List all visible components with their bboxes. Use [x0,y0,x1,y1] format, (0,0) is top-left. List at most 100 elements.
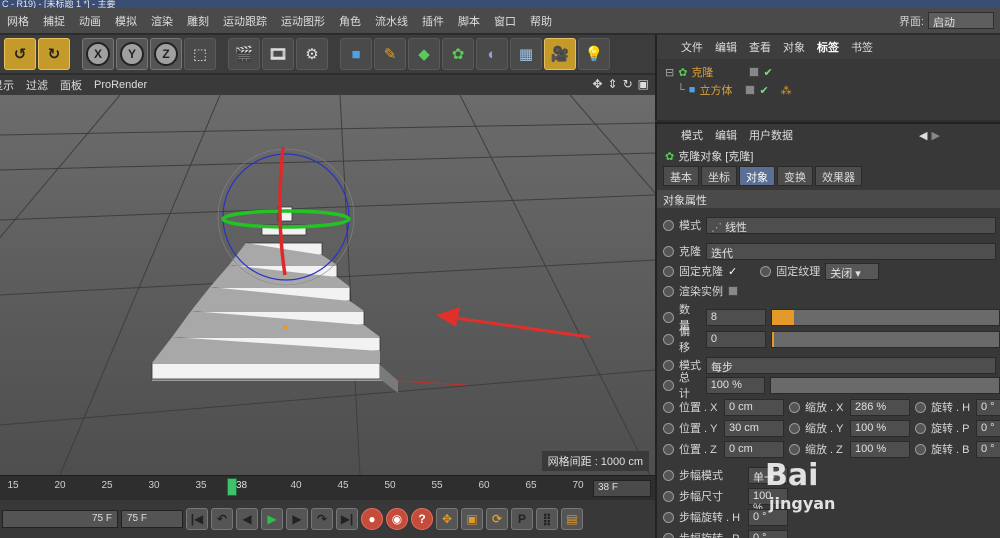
tab-transform[interactable]: 变换 [777,166,813,186]
param-radio[interactable] [789,401,800,413]
camera-icon[interactable]: 🎥 [544,38,576,70]
param-radio[interactable] [663,379,674,391]
step-rotation-p-field[interactable]: 0 ° [748,529,788,538]
am-menu-user-data[interactable]: 用户数据 [743,127,799,143]
viewport-menu-display[interactable]: 显示 [0,77,20,93]
deformer-icon[interactable]: ◐ [476,38,508,70]
menu-character[interactable]: 角色 [332,13,368,29]
object-name-cloner[interactable]: 克隆 [691,64,745,80]
y-axis-icon[interactable]: Y [116,38,148,70]
max-frame-field[interactable]: 75 F [121,510,183,528]
param-radio[interactable] [663,401,674,413]
timeline-end-frame-field[interactable]: 38 F [593,480,651,497]
z-axis-icon[interactable]: Z [150,38,182,70]
interface-select[interactable]: 启动 [928,12,994,29]
param-radio[interactable] [663,469,674,481]
cube-icon[interactable]: ■ [340,38,372,70]
param-radio[interactable] [663,359,674,371]
go-to-start-icon[interactable]: |◀ [186,508,208,530]
object-name-cube[interactable]: 立方体 [699,82,741,98]
menu-window[interactable]: 窗口 [487,13,523,29]
param-radio[interactable] [663,443,674,455]
param-radio[interactable] [663,490,674,502]
param-radio[interactable] [663,219,674,231]
param-radio[interactable] [663,422,674,434]
record-icon[interactable]: ● [361,508,383,530]
position-z-field[interactable]: 0 cm [724,440,784,458]
menu-motion-tracking[interactable]: 运动跟踪 [216,13,274,29]
floor-icon[interactable]: ▦ [510,38,542,70]
min-frame-field[interactable]: 75 F [2,510,118,528]
param-radio[interactable] [915,443,926,455]
3d-viewport[interactable]: 网格间距 : 1000 cm [0,95,655,475]
scale-z-field[interactable]: 100 % [850,440,910,458]
parameter-key-icon[interactable]: P [511,508,533,530]
tree-expand-icon[interactable]: ⊟ [665,66,674,79]
position-x-field[interactable]: 0 cm [724,398,784,416]
zoom-view-icon[interactable]: ⇕ [608,77,618,91]
mode-dropdown[interactable]: ⋰ 线性 [706,216,996,234]
autokey-icon[interactable]: ◉ [386,508,408,530]
previous-key-icon[interactable]: ↶ [211,508,233,530]
param-radio[interactable] [663,511,674,523]
om-menu-object[interactable]: 对象 [777,39,811,55]
move-view-icon[interactable]: ✥ [592,77,602,91]
object-row-cube[interactable]: └ ■ 立方体 ✔ ⁂ [677,81,792,99]
forward-arrow-icon[interactable]: ▶ [931,129,939,142]
menu-pipeline[interactable]: 流水线 [368,13,415,29]
offset-slider[interactable] [770,330,1000,348]
tab-object[interactable]: 对象 [739,166,775,186]
param-radio[interactable] [915,401,926,413]
redo-icon[interactable]: ↻ [38,38,70,70]
coordinate-system-icon[interactable]: ⬚ [184,38,216,70]
play-icon[interactable]: ▶ [261,508,283,530]
fix-texture-dropdown[interactable]: 关闭 ▾ [825,262,880,280]
scale-key-icon[interactable]: ▣ [461,508,483,530]
om-menu-view[interactable]: 查看 [743,39,777,55]
menu-script[interactable]: 脚本 [451,13,487,29]
count-slider[interactable] [770,308,1000,326]
tag-icon[interactable]: ⁂ [781,84,792,97]
param-radio[interactable] [760,265,772,277]
param-radio[interactable] [789,443,800,455]
tab-coordinates[interactable]: 坐标 [701,166,737,186]
offset-field[interactable]: 0 [705,330,766,348]
rotate-view-icon[interactable]: ↻ [623,77,633,91]
menu-sculpt[interactable]: 雕刻 [180,13,216,29]
viewport-menu-panel[interactable]: 面板 [54,77,88,93]
step-mode-dropdown[interactable]: 每步 [706,356,996,374]
object-row-cloner[interactable]: ⊟ ✿ 克隆 ✔ [665,63,773,81]
om-menu-tags[interactable]: 标签 [811,39,845,55]
param-radio[interactable] [663,532,674,538]
render-picture-viewer-icon[interactable]: 🎞 [262,38,294,70]
am-menu-edit[interactable]: 编辑 [709,127,743,143]
move-key-icon[interactable]: ✥ [436,508,458,530]
menu-snap[interactable]: 捕捉 [36,13,72,29]
render-view-icon[interactable]: 🎬 [228,38,260,70]
om-menu-edit[interactable]: 编辑 [709,39,743,55]
menu-help[interactable]: 帮助 [523,13,559,29]
enabled-check-icon[interactable]: ✔ [759,84,768,97]
scale-y-field[interactable]: 100 % [850,419,910,437]
viewport-menu-prorender[interactable]: ProRender [88,79,153,91]
param-radio[interactable] [663,333,674,345]
layer-flag-icon[interactable] [749,67,760,77]
param-radio[interactable] [663,311,674,323]
menu-simulate[interactable]: 模拟 [108,13,144,29]
param-radio[interactable] [663,265,674,277]
fix-clone-checkbox[interactable]: ✓ [728,265,737,278]
tab-basic[interactable]: 基本 [663,166,699,186]
timeline-ruler[interactable]: 15 20 25 30 35 40 45 50 55 60 65 70 [0,476,590,500]
timeline[interactable]: 15 20 25 30 35 40 45 50 55 60 65 70 38 3… [0,475,655,499]
am-menu-mode[interactable]: 模式 [675,127,709,143]
menu-animate[interactable]: 动画 [72,13,108,29]
rotation-b-field[interactable]: 0 ° [976,440,1000,458]
param-radio[interactable] [915,422,926,434]
viewport-menu-filter[interactable]: 过滤 [20,77,54,93]
go-to-end-icon[interactable]: ▶| [336,508,358,530]
om-menu-bookmarks[interactable]: 书签 [845,39,879,55]
previous-frame-icon[interactable]: ◀ [236,508,258,530]
total-field[interactable]: 100 % [705,376,766,394]
next-key-icon[interactable]: ↷ [311,508,333,530]
rotate-key-icon[interactable]: ⟳ [486,508,508,530]
